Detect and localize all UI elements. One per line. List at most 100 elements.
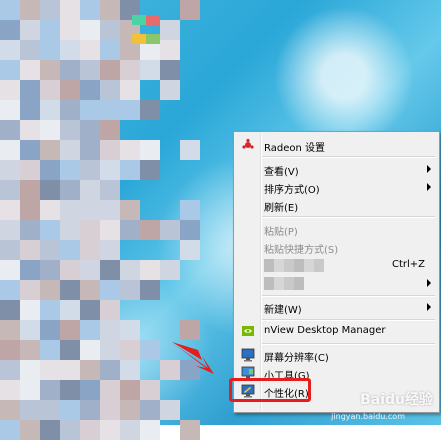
menu-item-new[interactable]: 新建(W) [236,298,437,316]
mosaic-pixel [60,320,80,340]
mosaic-pixel [20,360,40,380]
mosaic-pixel [60,400,80,420]
mosaic-pixel [100,40,120,60]
mosaic-pixel [100,160,120,180]
mosaic-pixel [0,340,20,360]
mosaic-pixel [100,60,120,80]
mosaic-pixel [20,320,40,340]
mosaic-pixel [0,280,20,300]
mosaic-pixel [100,340,120,360]
mosaic-pixel [100,400,120,420]
mosaic-pixel [100,320,120,340]
mosaic-pixel [100,260,120,280]
mosaic-pixel [0,60,20,80]
mosaic-pixel [0,300,20,320]
mosaic-pixel [80,0,100,20]
blurred-label [264,259,324,272]
mosaic-pixel [0,420,20,440]
mosaic-pixel [20,300,40,320]
menu-item-undo[interactable]: Ctrl+Z [236,256,437,274]
mosaic-pixel [80,40,100,60]
menu-item-view[interactable]: 查看(V) [236,160,437,178]
mosaic-pixel [20,220,40,240]
mosaic-pixel [60,180,80,200]
mosaic-pixel [100,200,120,220]
context-menu: Radeon 设置 查看(V) 排序方式(O) 刷新(E) 粘贴(P) 粘贴快捷… [233,131,440,413]
mosaic-pixel [120,100,140,120]
mosaic-pixel [80,120,100,140]
mosaic-pixel [20,140,40,160]
mosaic-pixel [60,120,80,140]
mosaic-pixel [160,400,180,420]
blurred-label [264,277,304,290]
menu-item-label: 排序方式(O) [264,185,320,196]
mosaic-pixel [20,380,40,400]
mosaic-pixel [120,60,140,80]
pixelated-wallpaper-region [0,0,200,440]
mosaic-pixel [80,380,100,400]
mosaic-pixel [0,80,20,100]
mosaic-pixel [160,40,180,60]
mosaic-pixel [80,260,100,280]
mosaic-pixel [120,260,140,280]
mosaic-pixel [100,120,120,140]
menu-separator [262,156,435,158]
mosaic-pixel [80,280,100,300]
mosaic-pixel [140,220,160,240]
mosaic-pixel [20,160,40,180]
mosaic-pixel [0,0,20,20]
mosaic-pixel [100,380,120,400]
mosaic-pixel [80,140,100,160]
menu-item-screen-resolution[interactable]: 屏幕分辨率(C) [236,346,437,364]
menu-item-refresh[interactable]: 刷新(E) [236,196,437,214]
mosaic-pixel [140,160,160,180]
mosaic-pixel [120,320,140,340]
mosaic-pixel [80,340,100,360]
mosaic-pixel [180,240,200,260]
mosaic-pixel [60,380,80,400]
mosaic-pixel [100,240,120,260]
mosaic-pixel [40,340,60,360]
menu-item-paste-shortcut[interactable]: 粘贴快捷方式(S) [236,238,437,256]
mosaic-pixel [100,140,120,160]
mosaic-pixel [0,180,20,200]
mosaic-pixel [20,100,40,120]
mosaic-pixel [100,300,120,320]
mosaic-pixel [80,300,100,320]
mosaic-pixel [60,240,80,260]
mosaic-pixel [60,60,80,80]
mosaic-pixel [40,300,60,320]
mosaic-pixel [20,280,40,300]
mosaic-pixel [40,320,60,340]
menu-item-label: 刷新(E) [264,203,299,214]
mosaic-pixel [0,120,20,140]
mosaic-pixel [60,100,80,120]
nview-icon [242,326,254,336]
mosaic-pixel [40,280,60,300]
mosaic-pixel [120,380,140,400]
mosaic-pixel [60,220,80,240]
menu-item-sort-by[interactable]: 排序方式(O) [236,178,437,196]
highlight-box [229,378,311,402]
mosaic-pixel [80,20,100,40]
mosaic-pixel [140,280,160,300]
menu-item-paste[interactable]: 粘贴(P) [236,220,437,238]
mosaic-pixel [160,220,180,240]
mosaic-pixel [60,20,80,40]
mosaic-pixel [0,140,20,160]
mosaic-pixel [120,160,140,180]
pointer-arrow-icon [172,342,214,374]
desktop-icon[interactable] [132,10,160,50]
mosaic-pixel [20,120,40,140]
mosaic-pixel [40,400,60,420]
menu-item-blurred[interactable] [236,274,437,292]
menu-item-nview[interactable]: nView Desktop Manager [236,322,437,340]
mosaic-pixel [60,280,80,300]
menu-item-radeon-settings[interactable]: Radeon 设置 [236,136,437,154]
mosaic-pixel [60,40,80,60]
mosaic-pixel [160,20,180,40]
mosaic-pixel [0,160,20,180]
mosaic-pixel [80,320,100,340]
radeon-icon [242,138,254,149]
mosaic-pixel [120,280,140,300]
